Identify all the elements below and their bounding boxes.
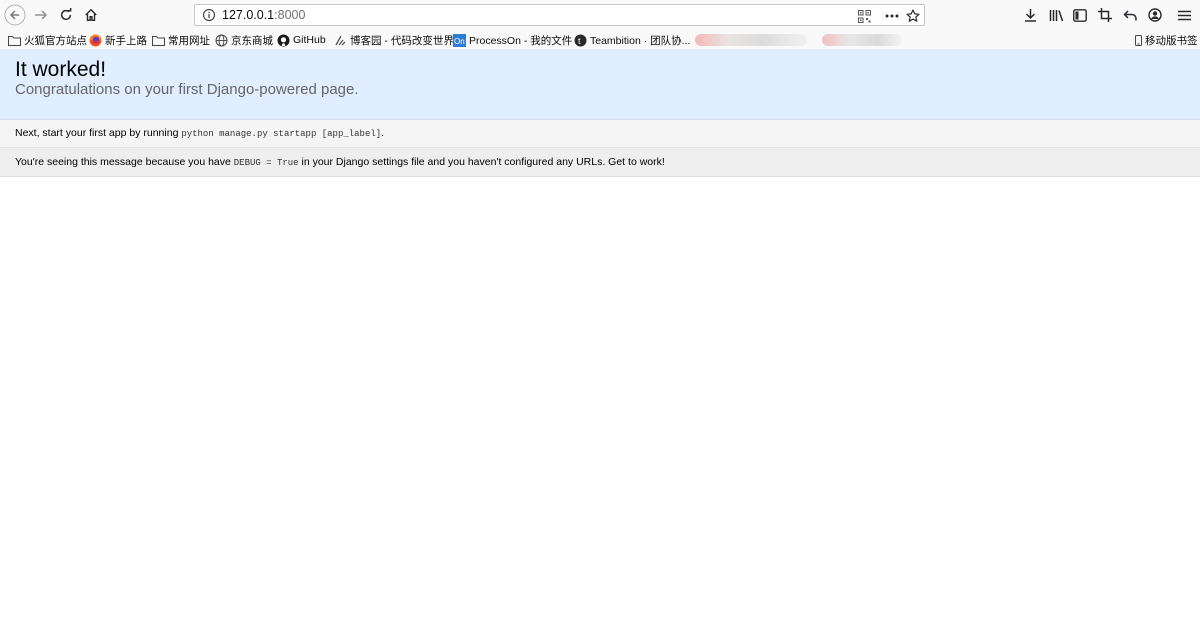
blurred-bookmark	[822, 34, 902, 46]
mobile-bookmarks[interactable]: 移动版书签	[1134, 32, 1198, 48]
more-actions-button[interactable]	[883, 7, 901, 25]
cnblogs-icon	[334, 34, 347, 47]
menu-icon	[1177, 10, 1191, 20]
download-icon	[1024, 9, 1036, 22]
bookmark-item[interactable]: GitHub	[277, 32, 326, 48]
menu-button[interactable]	[1174, 5, 1194, 25]
bookmark-star-icon	[906, 9, 920, 22]
downloads-button[interactable]	[1020, 5, 1040, 25]
site-info-icon[interactable]	[202, 8, 216, 22]
library-icon	[1049, 9, 1063, 21]
undo-close-tab-button[interactable]	[1120, 5, 1140, 25]
page-title: It worked!	[15, 58, 107, 81]
processon-icon: On	[453, 33, 466, 47]
url-text[interactable]: 127.0.0.1:8000	[222, 8, 305, 22]
account-icon	[1148, 8, 1162, 22]
folder-icon	[8, 34, 21, 47]
back-button[interactable]	[3, 3, 27, 27]
library-button[interactable]	[1046, 5, 1066, 25]
bookmark-label: ProcessOn - 我的文件	[469, 34, 573, 47]
firefox-icon	[89, 34, 102, 47]
mobile-bookmarks-label: 移动版书签	[1145, 34, 1198, 47]
explanation-section: You're seeing this message because you h…	[0, 148, 1200, 177]
bookmark-item[interactable]: 博客园 - 代码改变世界	[334, 32, 454, 48]
bookmark-label: 京东商城	[231, 34, 273, 47]
explanation-text: You're seeing this message because you h…	[15, 156, 665, 168]
bookmark-label: Teambition · 团队协...	[590, 34, 691, 47]
sidebar-icon	[1073, 8, 1087, 22]
instructions-section: Next, start your first app by running py…	[0, 120, 1200, 148]
bookmark-label: 新手上路	[105, 34, 147, 47]
screenshot-crop-icon	[1098, 8, 1112, 22]
bookmark-item[interactable]: 常用网址	[152, 32, 210, 48]
forward-button[interactable]	[29, 3, 53, 27]
qr-code-button[interactable]	[855, 7, 873, 25]
bookmark-label: GitHub	[293, 34, 326, 46]
undo-close-tab-icon	[1123, 9, 1137, 20]
qr-code-icon	[857, 9, 871, 23]
screenshot-button[interactable]	[1095, 5, 1115, 25]
sidebar-button[interactable]	[1070, 5, 1090, 25]
bookmark-label: 常用网址	[168, 34, 210, 47]
bookmark-item[interactable]: t Teambition · 团队协...	[574, 32, 690, 48]
bookmark-item[interactable]: On ProcessOn - 我的文件	[453, 32, 572, 48]
bookmark-item[interactable]: 新手上路	[89, 32, 147, 48]
blurred-bookmark	[695, 34, 807, 46]
home-icon	[85, 8, 97, 21]
svg-text:On: On	[454, 37, 465, 46]
debug-setting: DEBUG = True	[233, 158, 299, 168]
bookmark-star-button[interactable]	[904, 7, 922, 25]
reload-icon	[60, 8, 72, 21]
bookmark-label: 博客园 - 代码改变世界	[350, 34, 454, 47]
mobile-phone-icon	[1134, 34, 1142, 47]
bookmark-label: 火狐官方站点	[24, 34, 87, 47]
instructions-suffix: .	[381, 127, 385, 139]
instructions-text: Next, start your first app by running py…	[15, 127, 384, 139]
startapp-command: python manage.py startapp [app_label]	[181, 129, 382, 139]
explanation-suffix: in your Django settings file and you hav…	[298, 156, 665, 168]
github-icon	[277, 34, 290, 47]
explanation-prefix: You're seeing this message because you h…	[15, 156, 234, 168]
bookmark-item[interactable]: 京东商城	[215, 32, 273, 48]
browser-toolbar: 127.0.0.1:8000	[0, 0, 1200, 31]
folder-icon	[152, 34, 165, 47]
page-subtitle: Congratulations on your first Django-pow…	[15, 81, 359, 98]
forward-arrow-icon	[35, 10, 48, 20]
account-button[interactable]	[1145, 5, 1165, 25]
home-button[interactable]	[79, 3, 103, 27]
bookmarks-toolbar: 火狐官方站点 新手上路 常用网址 京东商城 GitHub 博客园 - 代码改变世…	[0, 31, 1200, 50]
globe-icon	[215, 34, 228, 47]
bookmark-item[interactable]: 火狐官方站点	[8, 32, 87, 48]
url-port: :8000	[274, 8, 306, 22]
teambition-icon: t	[574, 34, 587, 47]
more-actions-icon	[885, 14, 899, 18]
reload-button[interactable]	[54, 3, 78, 27]
url-host: 127.0.0.1	[222, 8, 275, 22]
summary-section: It worked! Congratulations on your first…	[0, 49, 1200, 120]
address-bar[interactable]: 127.0.0.1:8000	[194, 4, 925, 26]
instructions-prefix: Next, start your first app by running	[15, 127, 182, 139]
back-arrow-icon	[4, 4, 26, 26]
